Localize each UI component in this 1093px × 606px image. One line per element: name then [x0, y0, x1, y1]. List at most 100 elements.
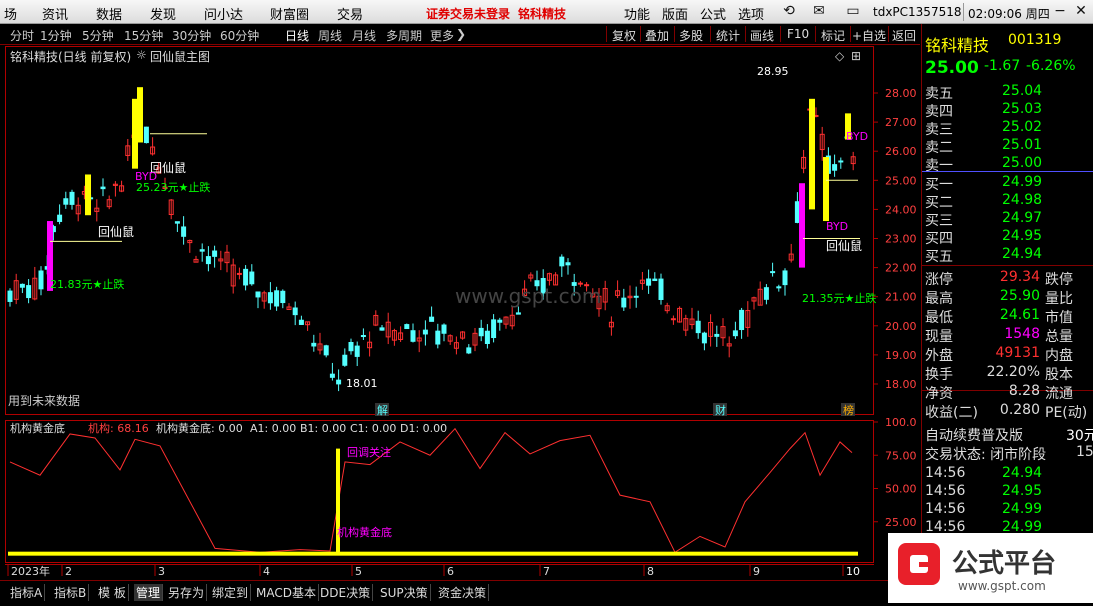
stat-value: 0.280 — [999, 402, 1040, 418]
tick-row[interactable]: 14:56 24.95 — [922, 482, 1093, 501]
bid-row[interactable]: 买二 24.98 — [922, 191, 1093, 211]
menu-item-function[interactable]: 功能 — [624, 4, 650, 23]
bid-price: 24.99 — [1002, 174, 1043, 190]
stat-row[interactable]: 外盘 49131 内盘 — [922, 344, 1093, 364]
sub-line — [9, 427, 853, 554]
tick-price: 24.95 — [1002, 483, 1043, 499]
stat-row[interactable]: 净资 8.28 流通 — [922, 382, 1093, 402]
menu-item-trade[interactable]: 交易 — [337, 4, 363, 23]
candle-body — [212, 250, 218, 257]
refresh-icon[interactable]: ⟲ — [776, 1, 802, 21]
candle-body — [429, 316, 435, 322]
btn-mark[interactable]: 标记 — [821, 27, 845, 44]
expand-icon[interactable]: ⊞ — [851, 49, 861, 63]
tab-sup[interactable]: SUP决策 — [378, 584, 431, 601]
btn-stats[interactable]: 统计 — [716, 27, 740, 44]
chevron-right-icon[interactable]: ❯ — [456, 27, 466, 41]
price-axis-label: 27.00 — [885, 116, 917, 129]
menu-item-news[interactable]: 资讯 — [42, 4, 68, 23]
candle-body — [19, 283, 25, 288]
bid-row[interactable]: 买四 24.95 — [922, 227, 1093, 247]
quote-pct: -6.26% — [1026, 58, 1076, 74]
notice-text[interactable]: 自动续费普及版 — [925, 425, 1023, 445]
tab-dde[interactable]: DDE决策 — [318, 584, 374, 601]
stat-row[interactable]: 现量 1548 总量 — [922, 325, 1093, 345]
stat-label: 净资 — [925, 386, 953, 402]
stat-row[interactable]: 换手 22.20% 股本 — [922, 363, 1093, 383]
chart-title: 铭科精技(日线 前复权) — [10, 50, 132, 64]
tray-icon[interactable]: ▭ — [840, 1, 866, 21]
btn-draw[interactable]: 画线 — [750, 27, 774, 44]
diamond-icon[interactable]: ◇ — [835, 49, 844, 63]
menu-item-wealth[interactable]: 财富圈 — [270, 4, 309, 23]
candle-body — [732, 330, 738, 337]
period-60min[interactable]: 60分钟 — [220, 27, 259, 44]
period-daily[interactable]: 日线 — [285, 27, 309, 44]
stat-row[interactable]: 最高 25.90 量比 — [922, 287, 1093, 307]
period-30min[interactable]: 30分钟 — [172, 27, 211, 44]
period-weekly[interactable]: 周线 — [318, 27, 342, 44]
menu-item-options[interactable]: 选项 — [738, 4, 764, 23]
price-axis-label: 20.00 — [885, 320, 917, 333]
menu-item-layout[interactable]: 版面 — [662, 4, 688, 23]
tab-macd[interactable]: MACD基本 — [254, 584, 319, 601]
btn-overlay[interactable]: 叠加 — [645, 27, 669, 44]
tab-indicator-b[interactable]: 指标B — [52, 584, 90, 601]
stat-label: 涨停 — [925, 272, 953, 288]
tab-save-as[interactable]: 另存为 — [166, 584, 208, 601]
tick-row[interactable]: 14:56 24.99 — [922, 500, 1093, 519]
message-icon[interactable]: ✉ — [806, 1, 832, 21]
period-more[interactable]: 更多 — [430, 27, 454, 44]
bid-row[interactable]: 买三 24.97 — [922, 209, 1093, 229]
ask-row[interactable]: 卖五 25.04 — [922, 82, 1093, 102]
candle-body — [770, 271, 776, 274]
stat-label: 最低 — [925, 310, 953, 326]
tab-indicator-a[interactable]: 指标A — [8, 584, 46, 601]
period-timeshare[interactable]: 分时 — [10, 27, 34, 44]
tab-manage[interactable]: 管理 — [134, 584, 164, 601]
bid-row[interactable]: 买一 24.99 — [922, 173, 1093, 193]
period-5min[interactable]: 5分钟 — [82, 27, 114, 44]
menu-item-market[interactable]: 场 — [4, 4, 17, 23]
candle-body — [410, 330, 416, 342]
tick-row[interactable]: 14:56 24.94 — [922, 464, 1093, 483]
period-15min[interactable]: 15分钟 — [124, 27, 163, 44]
sub-value-d1: D1: 0.00 — [400, 422, 447, 435]
login-warning[interactable]: 证券交易未登录 — [426, 5, 510, 22]
indicator-name[interactable]: 回仙鼠主图 — [150, 48, 210, 65]
menu-item-data[interactable]: 数据 — [96, 4, 122, 23]
stat-row[interactable]: 收益(二) 0.280 PE(动) — [922, 401, 1093, 421]
ask-row[interactable]: 卖二 25.01 — [922, 136, 1093, 156]
period-multi[interactable]: 多周期 — [386, 27, 422, 44]
stat-value: 22.20% — [986, 364, 1040, 380]
btn-f10[interactable]: F10 — [787, 27, 809, 41]
period-1min[interactable]: 1分钟 — [40, 27, 72, 44]
btn-back[interactable]: 返回 — [892, 27, 916, 44]
byd-label: BYD — [846, 130, 868, 143]
candle-body — [701, 332, 707, 344]
ask-price: 25.02 — [1002, 119, 1043, 135]
tab-capital[interactable]: 资金决策 — [436, 584, 490, 601]
candle-body — [7, 290, 13, 302]
kline-chart-area[interactable]: 28.00 27.00 26.00 25.00 24.00 23.00 22.00 21.00… — [0, 46, 921, 580]
notice-price: 30元/ — [1066, 428, 1093, 444]
menu-item-ask[interactable]: 问小达 — [204, 4, 243, 23]
bid-row[interactable]: 买五 24.94 — [922, 245, 1093, 265]
ask-row[interactable]: 卖三 25.02 — [922, 118, 1093, 138]
menu-item-formula[interactable]: 公式 — [700, 4, 726, 23]
btn-multistock[interactable]: 多股 — [679, 27, 703, 44]
close-icon[interactable]: ✕ — [1068, 1, 1093, 21]
stat-row[interactable]: 涨停 29.34 跌停 — [922, 268, 1093, 288]
candle-body — [329, 373, 335, 378]
stat-row[interactable]: 最低 24.61 市值 — [922, 306, 1093, 326]
chart-canvas[interactable]: 28.00 27.00 26.00 25.00 24.00 23.00 22.00 21.00… — [0, 46, 921, 580]
tab-template[interactable]: 模 板 — [96, 584, 129, 601]
period-monthly[interactable]: 月线 — [352, 27, 376, 44]
btn-add-favorite[interactable]: +自选 — [852, 27, 886, 44]
tab-bind-to[interactable]: 绑定到 — [210, 584, 252, 601]
ask-row[interactable]: 卖四 25.03 — [922, 100, 1093, 120]
candle-body — [484, 330, 490, 344]
clock: 02:09:06 周四 — [968, 7, 1050, 21]
menu-item-discover[interactable]: 发现 — [150, 4, 176, 23]
btn-adjust[interactable]: 复权 — [612, 27, 636, 44]
